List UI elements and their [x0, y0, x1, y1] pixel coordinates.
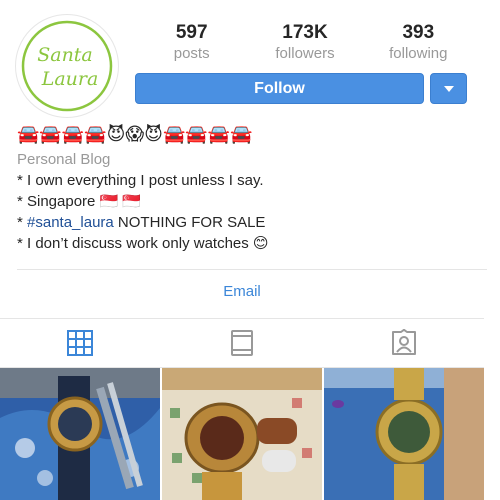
bio-text: NOTHING FOR SALE [117, 214, 266, 231]
stat-label: following [389, 45, 448, 62]
divider [17, 269, 487, 270]
caret-down-icon [443, 85, 454, 92]
post-thumbnail[interactable] [162, 368, 322, 500]
stat-posts[interactable]: 597 posts [135, 22, 248, 64]
bio-line: * I own everything I post unless I say. [17, 172, 264, 189]
bio-prefix: * [17, 214, 28, 231]
stat-number: 393 [402, 22, 435, 43]
stat-followers[interactable]: 173K followers [248, 22, 361, 64]
stat-following[interactable]: 393 following [362, 22, 475, 64]
logo-text-santa: Santa [37, 44, 93, 66]
santa-laura-logo: Santa Laura [21, 20, 113, 112]
tagged-icon [392, 328, 416, 355]
stat-number: 173K [282, 22, 328, 43]
bio-line: * I don’t discuss work only watches 😊 [17, 235, 269, 252]
stat-label: posts [173, 45, 210, 62]
stat-number: 597 [175, 22, 208, 43]
tab-list[interactable] [229, 329, 259, 359]
follow-button[interactable]: Follow [135, 73, 424, 104]
logo-text-laura: Laura [41, 68, 99, 90]
photo-grid [0, 368, 484, 500]
tab-tagged[interactable] [390, 328, 420, 359]
profile-stats: 597 posts 173K followers 393 following [135, 22, 475, 64]
watch-photo-image [324, 368, 484, 500]
list-icon [231, 330, 253, 356]
watch-photo-image [162, 368, 322, 500]
stat-label: followers [275, 45, 335, 62]
profile-tabs [0, 318, 484, 368]
profile-avatar[interactable]: Santa Laura [15, 14, 119, 118]
profile-bio: 🚘🚘🚘🚘😈😱😈🚘🚘🚘🚘 Personal Blog * I own everyt… [17, 122, 487, 254]
tab-grid[interactable] [66, 329, 96, 359]
profile-category: Personal Blog [17, 151, 111, 168]
post-thumbnail[interactable] [0, 368, 160, 500]
bio-emoji-row: 🚘🚘🚘🚘😈😱😈🚘🚘🚘🚘 [17, 124, 253, 144]
bio-line-hashtag: * #santa_laura NOTHING FOR SALE [17, 212, 487, 233]
watch-photo-image [0, 368, 160, 500]
post-thumbnail[interactable] [324, 368, 484, 500]
suggested-dropdown-button[interactable] [430, 73, 467, 104]
bio-line: * Singapore 🇸🇬 🇸🇬 [17, 193, 142, 210]
email-button[interactable]: Email [0, 283, 484, 300]
grid-icon [67, 330, 93, 356]
hashtag-link[interactable]: #santa_laura [27, 214, 114, 231]
